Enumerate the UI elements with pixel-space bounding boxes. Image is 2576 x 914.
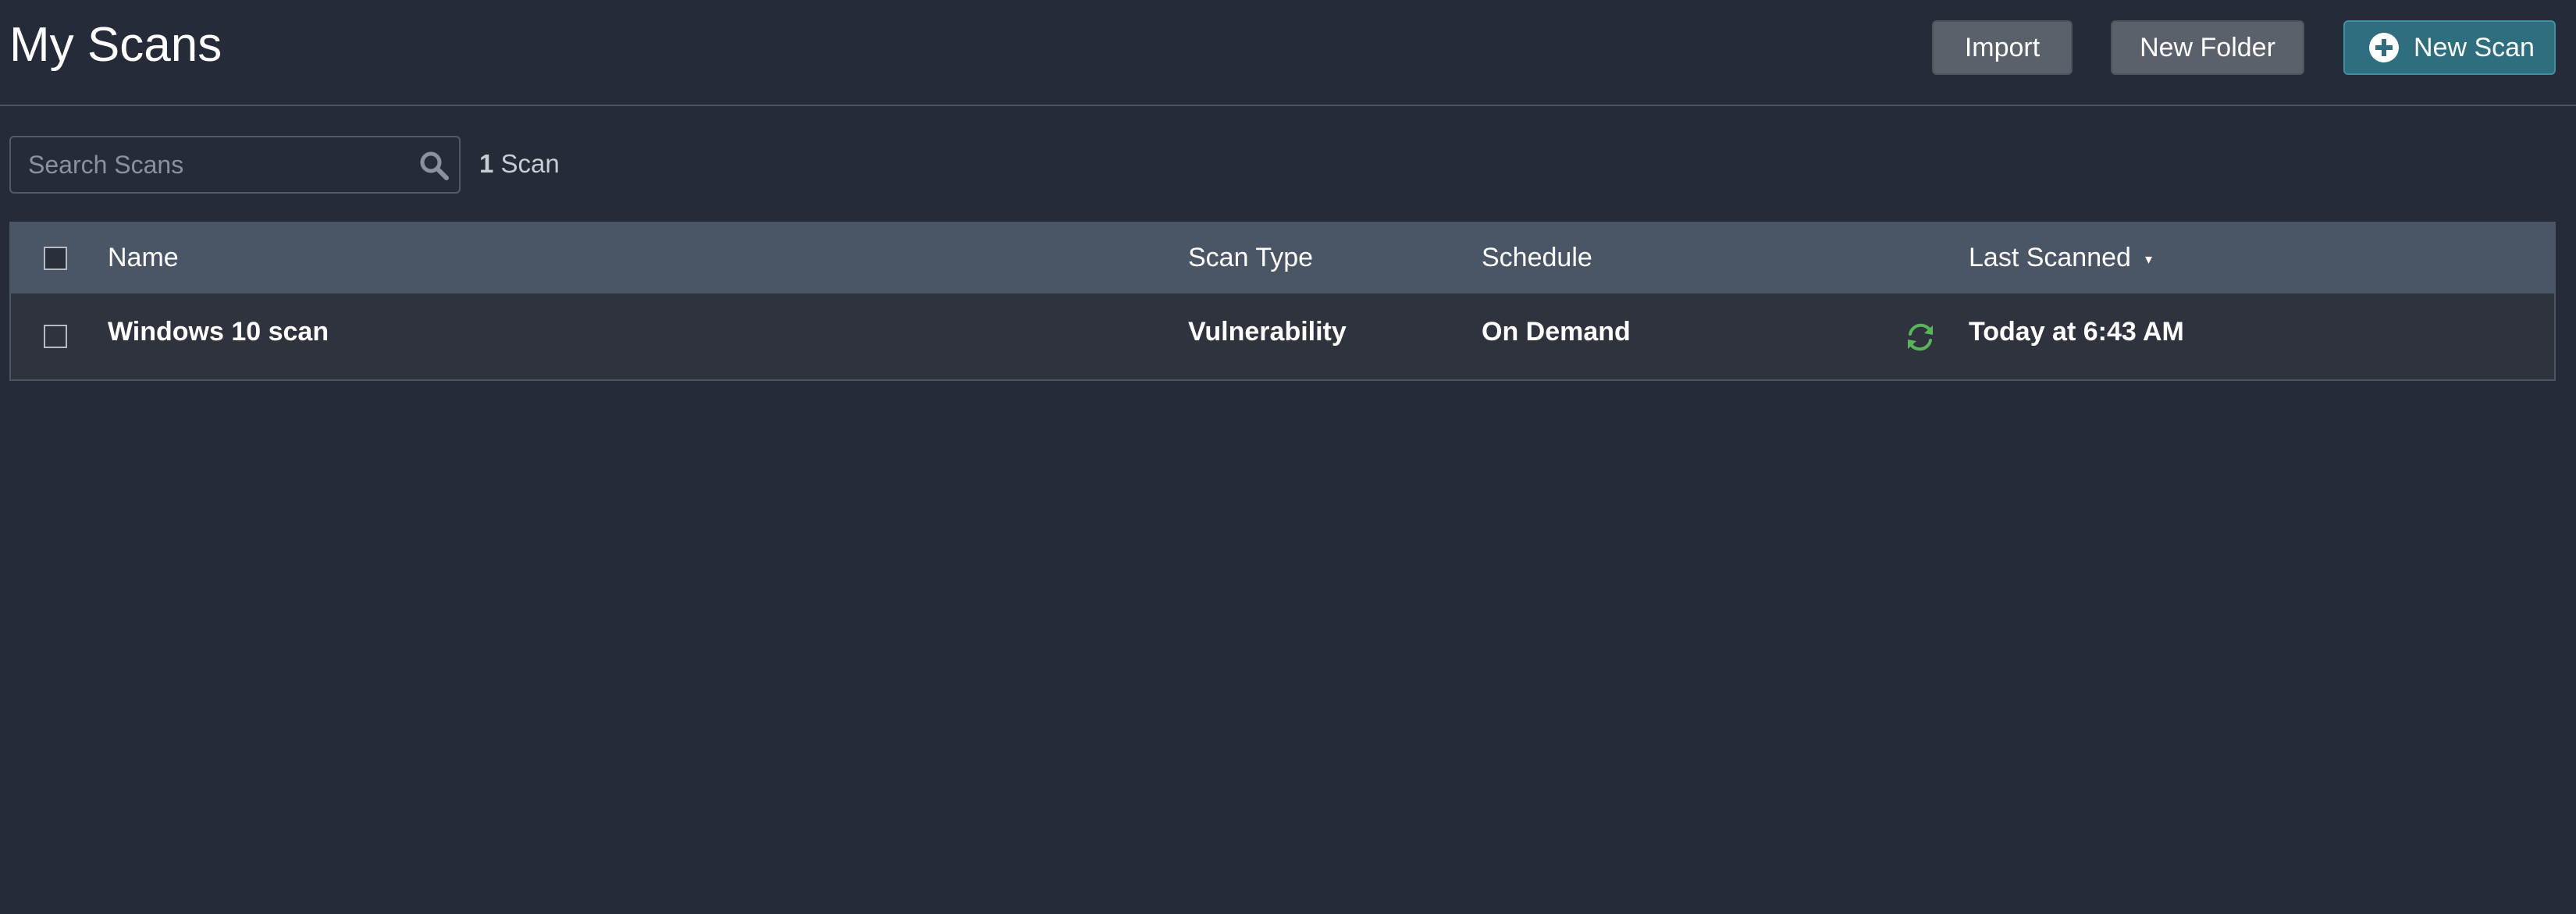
search-icon[interactable]: [418, 150, 450, 181]
page-header: My Scans Import New Folder New Scan: [0, 0, 2576, 106]
new-folder-button[interactable]: New Folder: [2111, 20, 2304, 75]
sort-descending-icon: ▾: [2144, 251, 2152, 267]
new-folder-button-label: New Folder: [2140, 32, 2275, 62]
column-header-last-scanned[interactable]: Last Scanned ▾: [1969, 243, 2152, 273]
row-checkbox[interactable]: [44, 325, 67, 348]
plus-circle-icon: [2369, 33, 2399, 62]
select-all-checkbox[interactable]: [44, 247, 67, 270]
scan-type: Vulnerability: [1188, 317, 1347, 347]
new-scan-button-label: New Scan: [2414, 32, 2535, 62]
table-header: Name Scan Type Schedule Last Scanned ▾: [11, 223, 2554, 293]
scan-count-label: Scan: [500, 149, 560, 178]
scan-name[interactable]: Windows 10 scan: [108, 317, 329, 347]
page-title: My Scans: [9, 18, 222, 72]
search-box: [9, 136, 461, 194]
my-scans-page: My Scans Import New Folder New Scan 1 Sc…: [0, 0, 2576, 914]
scans-table: Name Scan Type Schedule Last Scanned ▾ Wi…: [9, 222, 2556, 381]
scan-count: 1 Scan: [479, 149, 560, 179]
column-header-scan-type[interactable]: Scan Type: [1188, 243, 1313, 273]
scan-schedule: On Demand: [1482, 317, 1631, 347]
new-scan-button[interactable]: New Scan: [2343, 20, 2556, 75]
column-header-schedule[interactable]: Schedule: [1482, 243, 1592, 273]
sync-icon: [1908, 323, 1933, 351]
search-input[interactable]: [28, 137, 395, 192]
last-scanned: Today at 6:43 AM: [1969, 317, 2184, 347]
column-header-name[interactable]: Name: [108, 243, 179, 273]
scan-count-number: 1: [479, 149, 494, 178]
column-header-last-scanned-label: Last Scanned: [1969, 243, 2131, 272]
import-button-label: Import: [1964, 32, 2041, 62]
table-row[interactable]: Windows 10 scan Vulnerability On Demand …: [11, 293, 2554, 379]
import-button[interactable]: Import: [1932, 20, 2073, 75]
